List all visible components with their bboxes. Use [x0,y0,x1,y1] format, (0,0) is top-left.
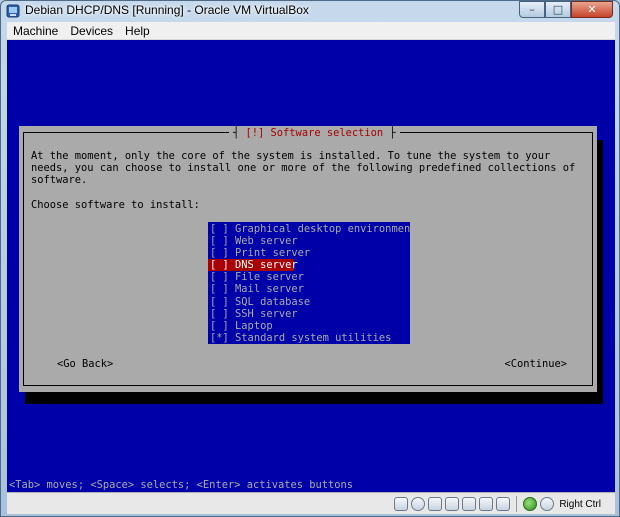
checkbox-mark: [ ] [210,223,229,235]
checkbox-mark: [*] [210,331,229,344]
software-option-laptop[interactable]: [ ] Laptop [208,320,410,332]
option-label: SQL database [235,295,311,308]
option-label: SSH server [235,307,298,320]
option-label: Laptop [235,319,273,332]
checkbox-mark: [ ] [210,295,229,308]
hard-disk-icon[interactable] [394,497,409,511]
dialog-title-text: [!] Software selection [245,127,384,139]
menu-machine[interactable]: Machine [7,24,64,38]
shared-folders-icon[interactable] [462,497,477,511]
software-option-sql-database[interactable]: [ ] SQL database [208,296,410,308]
usb-icon[interactable] [428,497,443,511]
minimize-button[interactable]: – [519,1,545,18]
menu-bar: Machine Devices Help [7,22,615,40]
go-back-button[interactable]: <Go Back> [57,358,113,370]
software-option-ssh-server[interactable]: [ ] SSH server [208,308,410,320]
network-icon[interactable] [445,497,460,511]
software-option-web-server[interactable]: [ ] Web server [208,235,410,247]
checkbox-mark: [ ] [210,319,229,332]
option-label: Graphical desktop environment [235,223,417,235]
menu-help[interactable]: Help [119,24,156,38]
software-option-standard-utilities[interactable]: [*] Standard system utilities [208,332,410,344]
software-selection-dialog: ┤ [!] Software selection ├ At the moment… [19,126,597,392]
checkbox-mark: [ ] [210,271,229,284]
status-separator [516,496,518,512]
option-label: Web server [235,235,298,248]
virtualbox-app-icon [6,4,20,18]
software-option-file-server[interactable]: [ ] File server [208,271,410,283]
window-controls: – □ ✕ [519,1,613,19]
virtualbox-window: Debian DHCP/DNS [Running] - Oracle VM Vi… [0,0,620,517]
optical-drive-icon[interactable] [411,497,426,511]
host-key-label: Right Ctrl [559,498,601,510]
status-icons: Right Ctrl [394,496,601,512]
option-label: File server [235,271,304,284]
software-option-dns-server[interactable]: [ ] DNS server [208,259,298,272]
close-button[interactable]: ✕ [571,1,613,18]
window-title: Debian DHCP/DNS [Running] - Oracle VM Vi… [25,3,309,17]
dialog-title: ┤ [!] Software selection ├ [229,126,400,140]
checkbox-mark: [ ] [210,235,229,248]
dialog-prompt: Choose software to install: [31,199,200,211]
option-label: DNS server [235,259,298,272]
software-option-mail-server[interactable]: [ ] Mail server [208,283,410,295]
software-option-print-server[interactable]: [ ] Print server [208,247,410,259]
vm-screen[interactable]: ┤ [!] Software selection ├ At the moment… [7,40,615,492]
continue-button[interactable]: <Continue> [504,358,567,370]
keyboard-capture-icon[interactable] [540,497,555,511]
option-label: Mail server [235,283,304,296]
software-option-graphical-desktop[interactable]: [ ] Graphical desktop environment [208,223,416,235]
option-label: Standard system utilities [235,331,392,344]
title-bar[interactable]: Debian DHCP/DNS [Running] - Oracle VM Vi… [1,1,619,21]
display-icon[interactable] [479,497,494,511]
keyboard-help-line: <Tab> moves; <Space> selects; <Enter> ac… [9,479,354,491]
checkbox-mark: [ ] [210,283,229,296]
software-list: [ ] Graphical desktop environment [ ] We… [208,222,416,344]
checkbox-mark: [ ] [210,259,229,272]
checkbox-mark: [ ] [210,247,229,260]
dialog-description: At the moment, only the core of the syst… [31,150,576,186]
menu-devices[interactable]: Devices [64,24,119,38]
capture-icon[interactable] [496,497,511,511]
checkbox-mark: [ ] [210,307,229,320]
maximize-button[interactable]: □ [545,1,571,18]
status-bar: Right Ctrl [7,492,615,514]
option-label: Print server [235,247,311,260]
mouse-integration-icon[interactable] [523,497,538,511]
